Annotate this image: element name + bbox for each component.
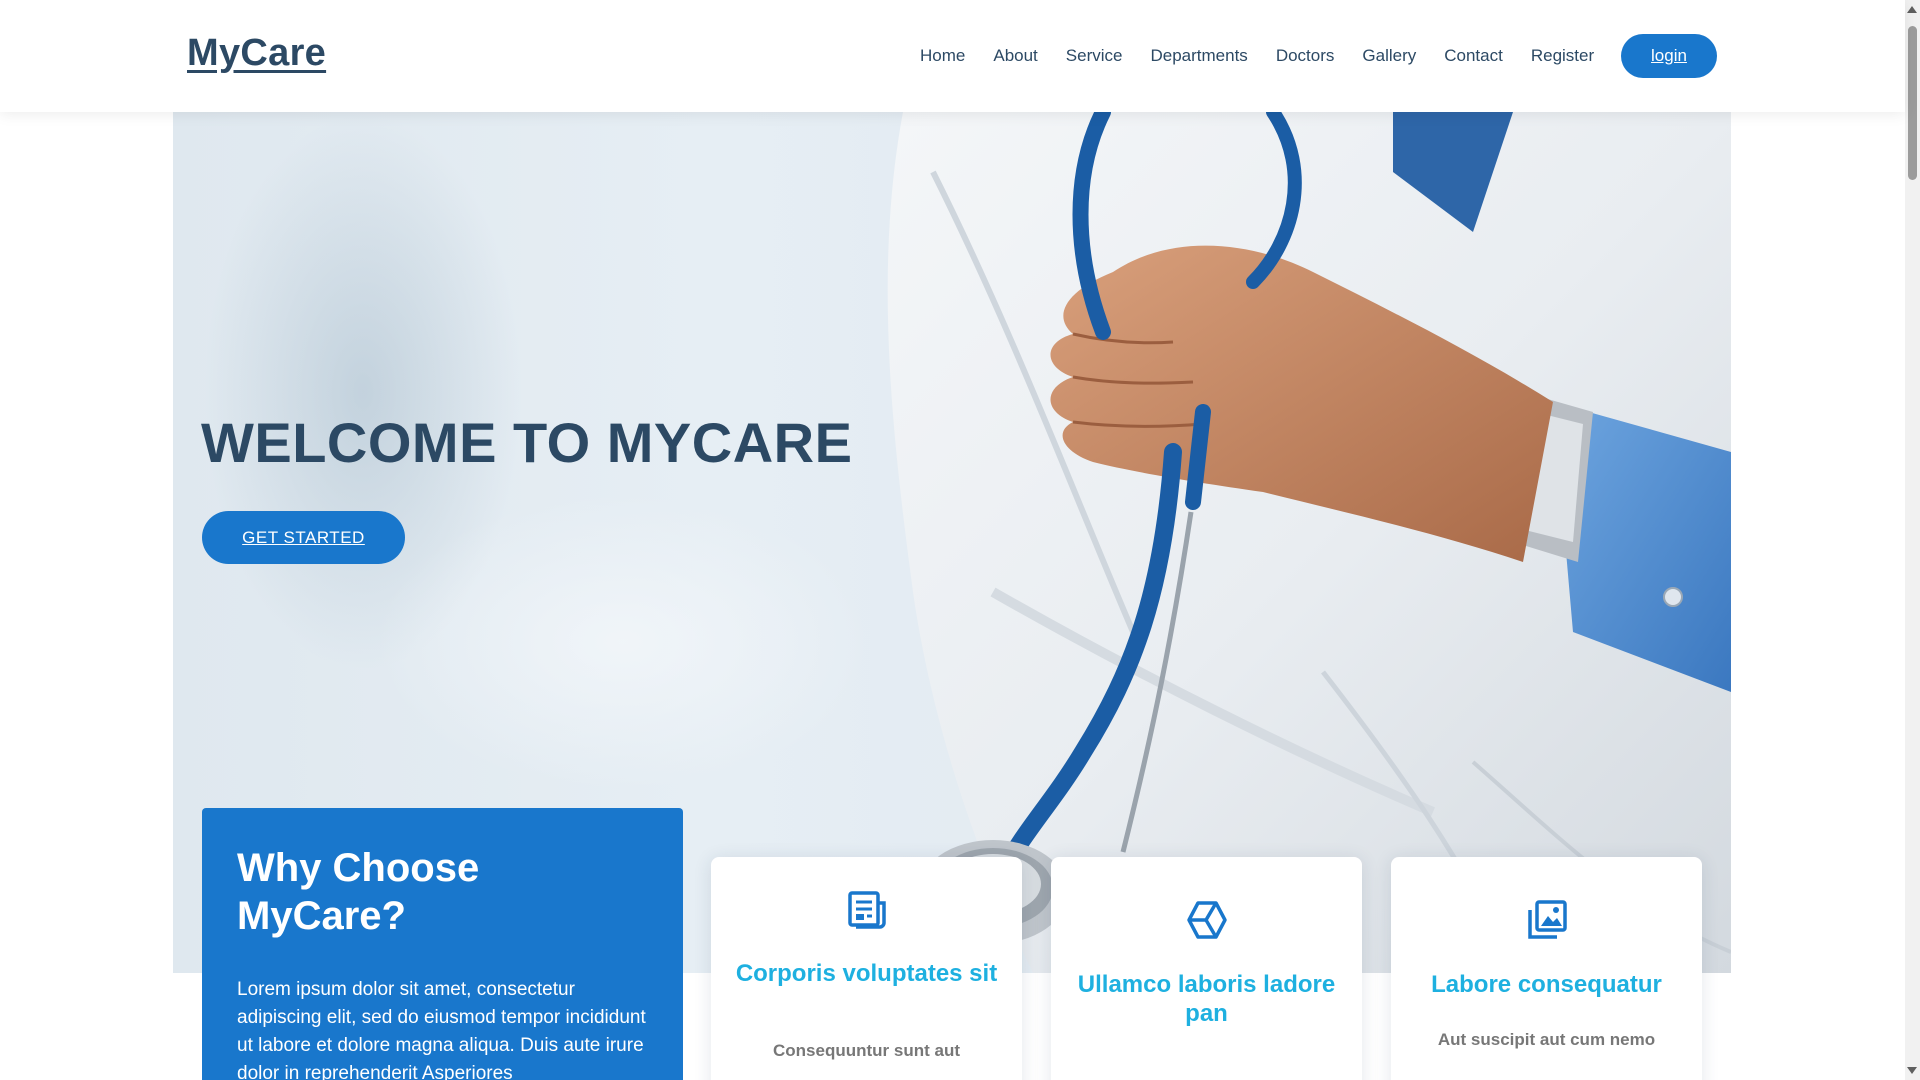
doctor-hero-image: [887, 112, 1731, 973]
cube-icon: [1186, 901, 1227, 939]
feature-card-text: Aut suscipit aut cum nemo: [1437, 1030, 1656, 1049]
login-button[interactable]: login: [1621, 34, 1717, 78]
feature-card: Corporis voluptates sit Consequuntur sun…: [711, 857, 1022, 1080]
nav-doctors[interactable]: Doctors: [1276, 46, 1335, 66]
feature-card-text: Consequuntur sunt aut: [773, 1041, 960, 1060]
feature-card: Ullamco laboris ladore pan: [1051, 857, 1362, 1080]
site-header: MyCare Home About Service Departments Do…: [0, 0, 1905, 112]
get-started-button[interactable]: GET STARTED: [202, 511, 405, 564]
nav-contact[interactable]: Contact: [1444, 46, 1503, 66]
why-choose-box: Why Choose MyCare? Lorem ipsum dolor sit…: [202, 808, 683, 1080]
feature-card-title: Labore consequatur: [1431, 971, 1662, 998]
nav-home[interactable]: Home: [920, 46, 965, 66]
feature-card: Labore consequatur Aut suscipit aut cum …: [1391, 857, 1702, 1080]
page-scrollbar[interactable]: [1905, 0, 1920, 1080]
site-logo[interactable]: MyCare: [187, 32, 326, 75]
scroll-thumb[interactable]: [1908, 26, 1917, 180]
why-choose-text: Lorem ipsum dolor sit amet, consectetur …: [237, 979, 646, 1080]
nav-gallery[interactable]: Gallery: [1362, 46, 1416, 66]
scroll-down-arrow-icon[interactable]: [1907, 1067, 1917, 1074]
hero-title: WELCOME TO MYCARE: [201, 411, 853, 474]
feature-card-title: Ullamco laboris ladore pan: [1077, 971, 1336, 1027]
images-icon: [1527, 900, 1567, 939]
feature-card-title: Corporis voluptates sit: [735, 960, 998, 987]
main-nav: Home About Service Departments Doctors G…: [920, 34, 1622, 78]
nav-service[interactable]: Service: [1066, 46, 1123, 66]
scroll-up-arrow-icon[interactable]: [1907, 6, 1917, 13]
nav-departments[interactable]: Departments: [1150, 46, 1247, 66]
nav-about[interactable]: About: [993, 46, 1037, 66]
nav-register[interactable]: Register: [1531, 46, 1594, 66]
document-icon: [847, 891, 886, 929]
why-choose-title: Why Choose MyCare?: [237, 846, 480, 938]
